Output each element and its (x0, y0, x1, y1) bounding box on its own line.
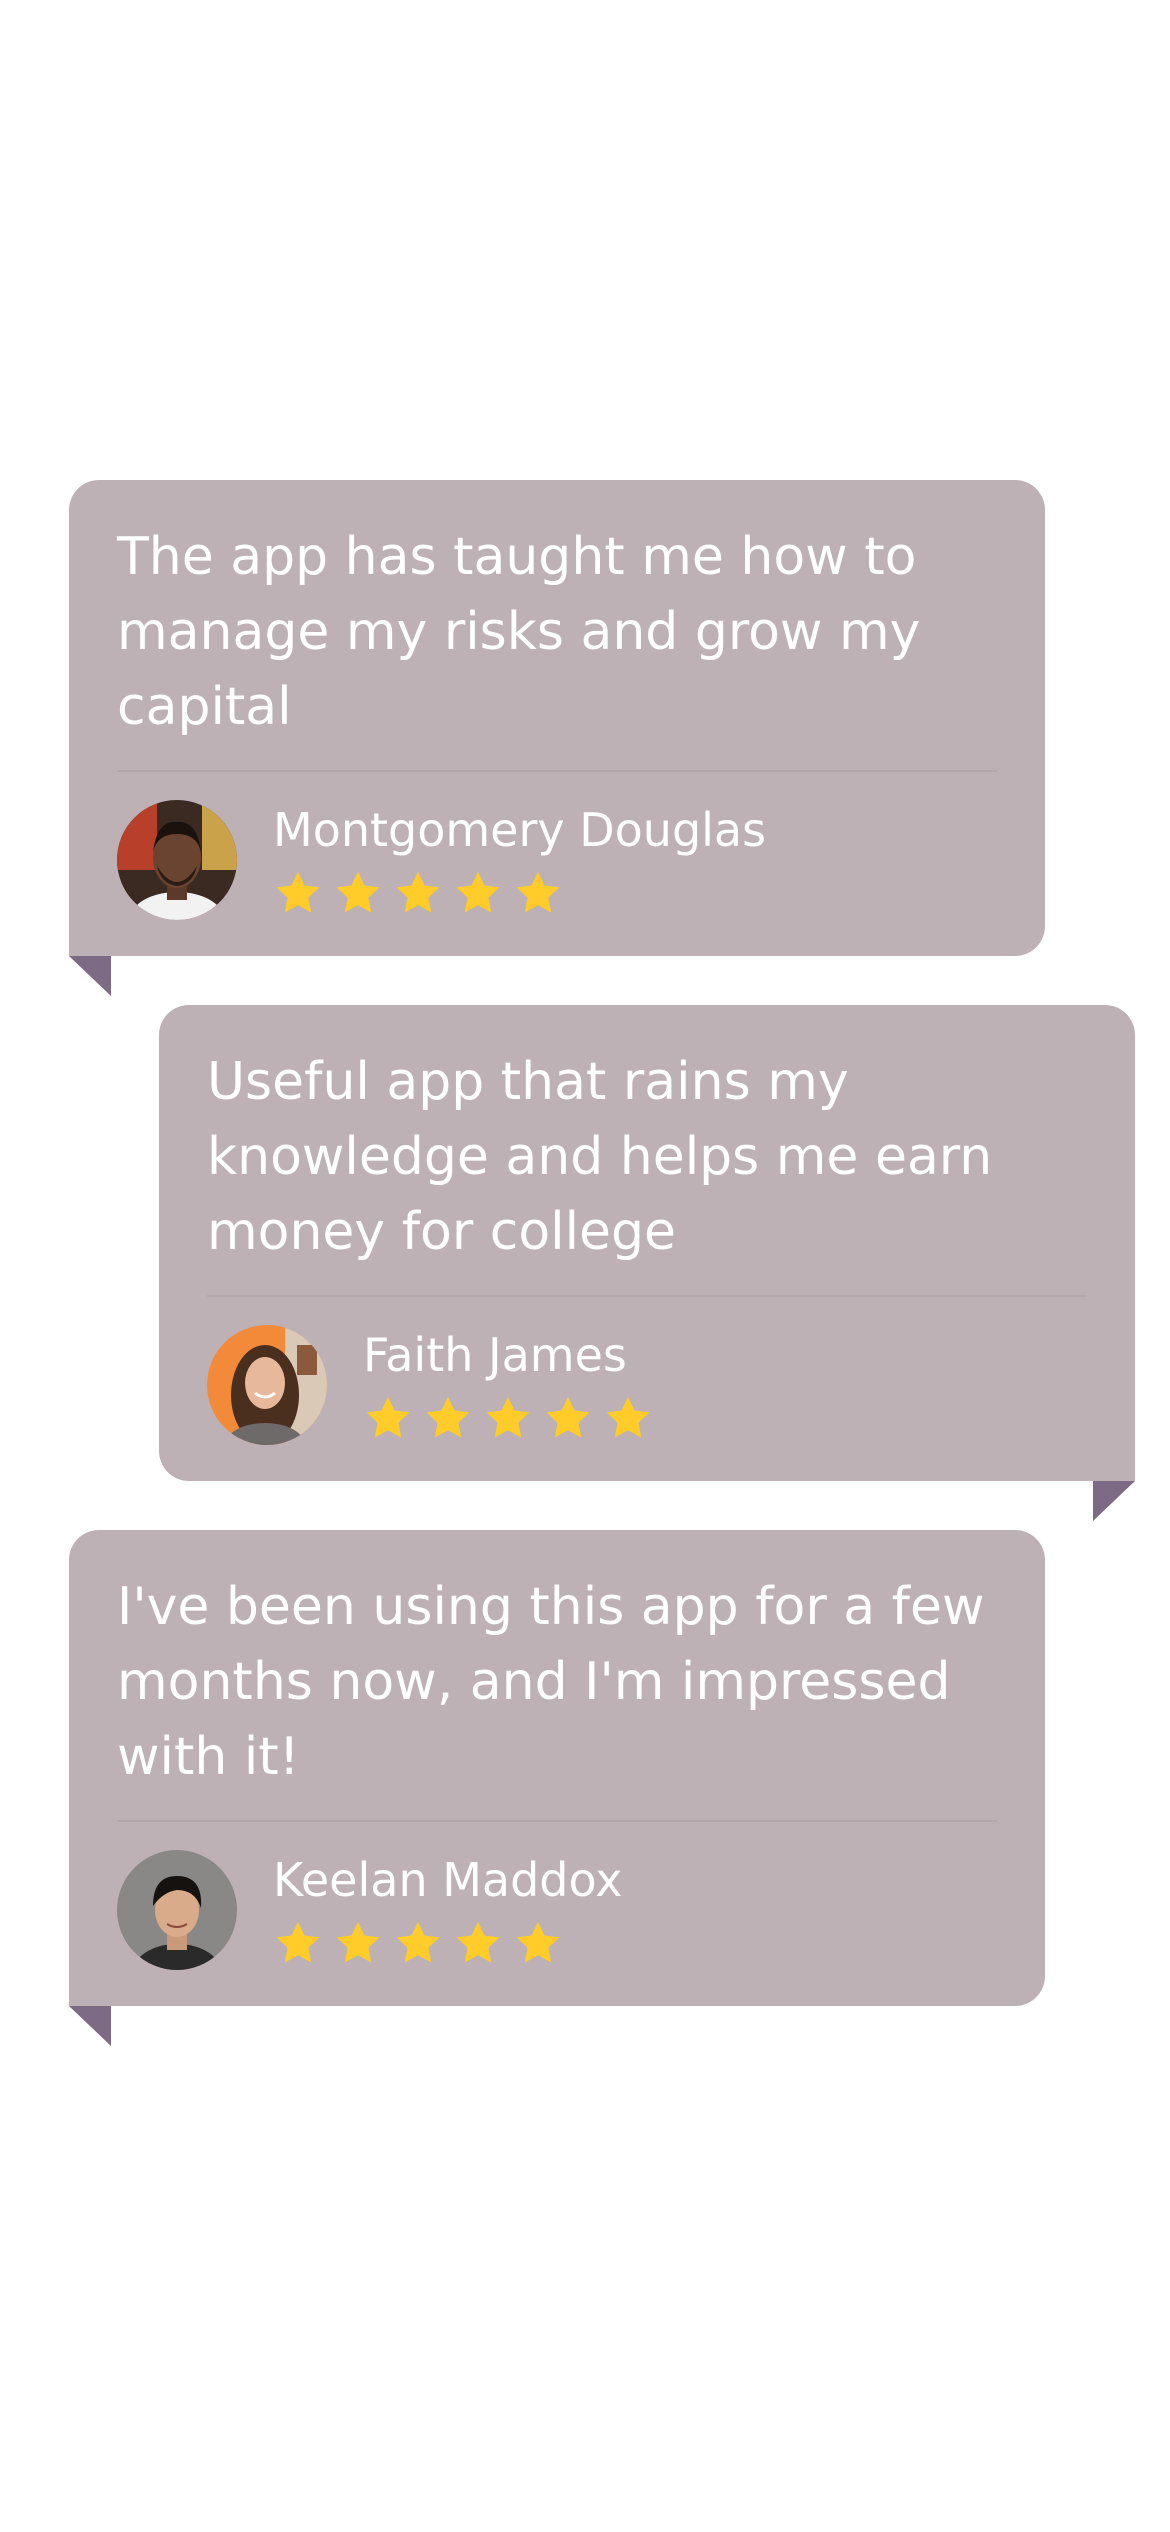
testimonial-card: Useful app that rains my knowledge and h… (159, 1005, 1135, 1521)
star-icon (276, 1921, 320, 1963)
divider (117, 770, 997, 772)
star-icon (516, 1921, 560, 1963)
testimonial-quote: Useful app that rains my knowledge and h… (207, 1052, 993, 1262)
star-icon (606, 1396, 650, 1438)
reviewer-name: Faith James (363, 1328, 627, 1382)
testimonial-quote: The app has taught me how to manage my r… (117, 527, 921, 737)
star-rating (273, 868, 563, 918)
star-icon (486, 1396, 530, 1438)
reviewer-name: Keelan Maddox (273, 1853, 623, 1907)
star-icon (546, 1396, 590, 1438)
divider (207, 1295, 1087, 1297)
testimonial-card: I've been using this app for a few month… (69, 1530, 1045, 2046)
avatar (117, 800, 237, 920)
star-icon (396, 871, 440, 913)
speech-tail-icon (69, 956, 111, 996)
star-icon (426, 1396, 470, 1438)
star-rating (363, 1393, 653, 1443)
divider (117, 1820, 997, 1822)
star-icon (336, 871, 380, 913)
star-icon (456, 1921, 500, 1963)
star-icon (396, 1921, 440, 1963)
testimonial-card: The app has taught me how to manage my r… (69, 480, 1045, 996)
testimonial-quote: I've been using this app for a few month… (117, 1577, 985, 1787)
speech-tail-icon (1093, 1481, 1135, 1521)
star-icon (456, 871, 500, 913)
speech-tail-icon (69, 2006, 111, 2046)
avatar (117, 1850, 237, 1970)
star-rating (273, 1918, 563, 1968)
star-icon (276, 871, 320, 913)
avatar (207, 1325, 327, 1445)
star-icon (336, 1921, 380, 1963)
star-icon (366, 1396, 410, 1438)
reviewer-name: Montgomery Douglas (273, 803, 767, 857)
star-icon (516, 871, 560, 913)
